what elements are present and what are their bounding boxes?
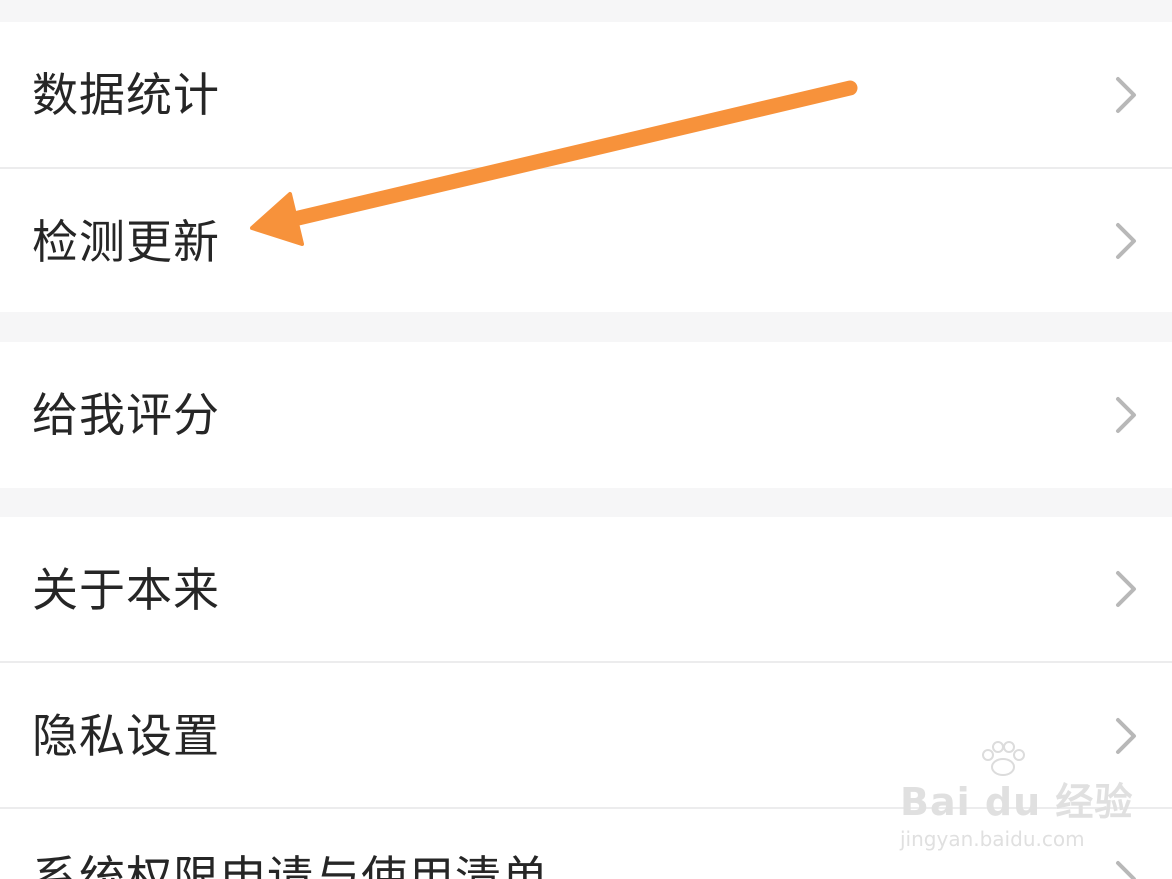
baidu-jingyan-watermark: Bai du 经验 jingyan.baidu.com [900,741,1132,851]
settings-page: 数据统计 检测更新 给我评分 关于本来 隐私设置 系统权限申请与使用清单 Bai… [0,0,1172,879]
watermark-brand: Bai du 经验 [900,780,1134,824]
watermark-url: jingyan.baidu.com [900,827,1085,851]
